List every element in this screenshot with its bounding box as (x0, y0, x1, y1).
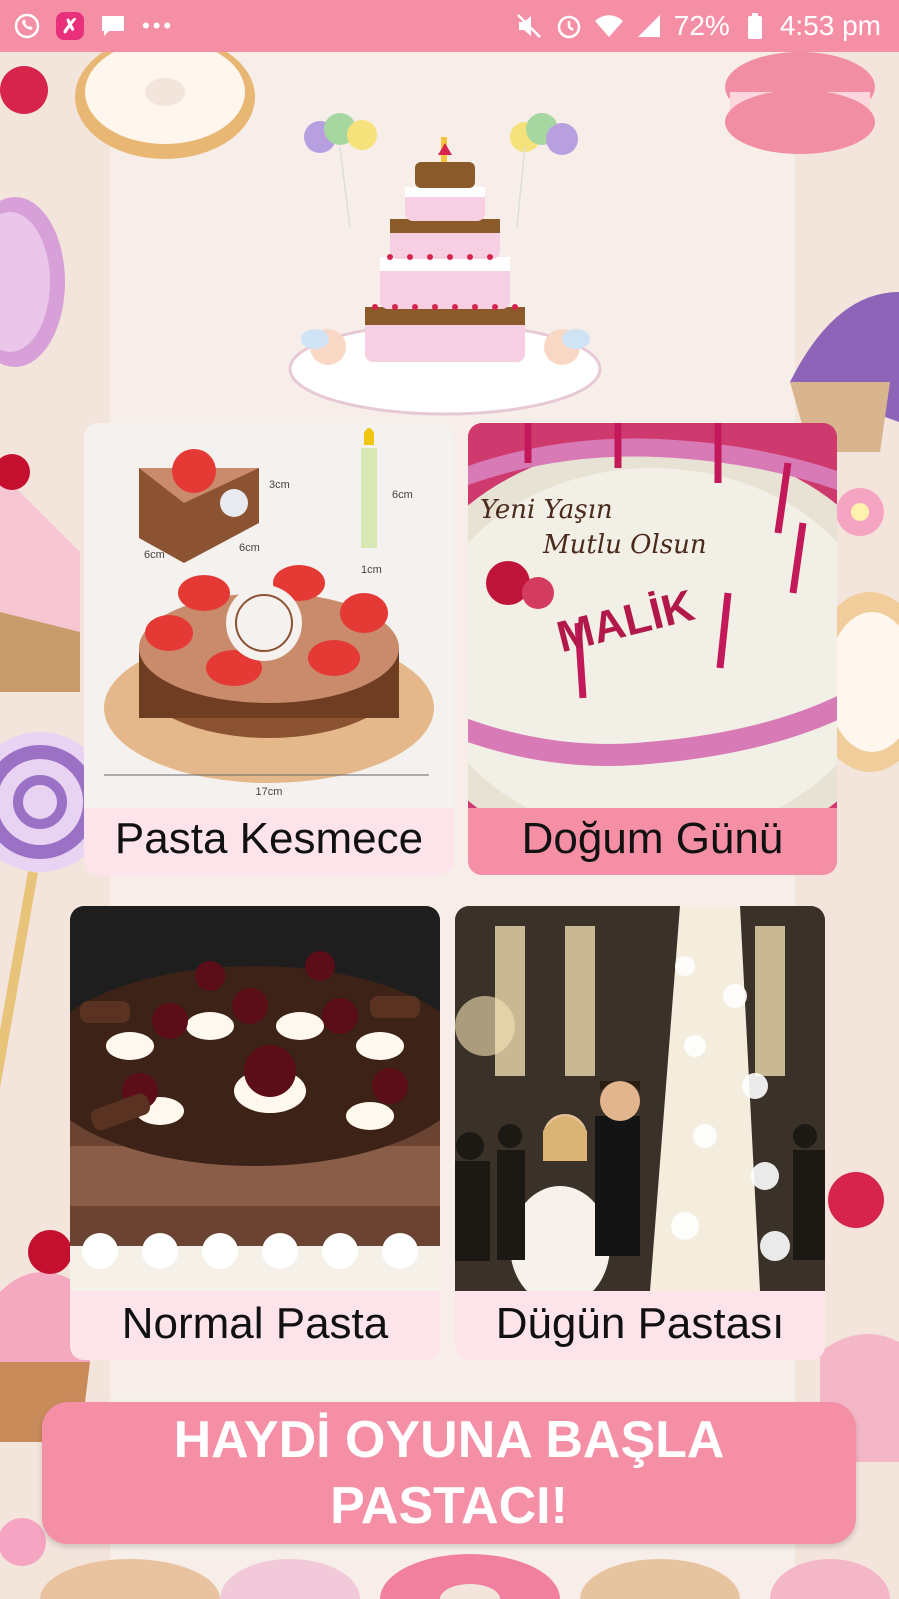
start-button-line1: HAYDİ OYUNA BAŞLA (173, 1411, 725, 1469)
dim-6cm-c: 6cm (392, 489, 413, 501)
clock: 4:53 pm (779, 10, 881, 41)
chocolate-cake-image-icon (70, 906, 440, 1291)
cake-writing-line1: Yeni Yaşın (480, 495, 613, 525)
status-bar: ✗ ••• 72% 4:53 pm (0, 0, 899, 52)
birthday-cake-photo: Yeni Yaşın Mutlu Olsun MALİK (468, 423, 837, 808)
more-dots-icon: ••• (142, 13, 175, 38)
start-button-line2: PASTACI! (330, 1477, 568, 1535)
whatsapp-icon (12, 11, 42, 41)
birthday-cake-illustration-icon (288, 113, 602, 416)
category-card-pasta-kesmece[interactable]: 17cm 3cm 6cm 6cm 6cm 1cm Pasta Kesmece (84, 423, 454, 875)
category-card-dogum-gunu[interactable]: Yeni Yaşın Mutlu Olsun MALİK Doğum Günü (468, 423, 837, 875)
app-badge-icon: ✗ (56, 12, 84, 40)
dim-3cm: 3cm (269, 479, 290, 491)
birthday-cake-image-icon: Yeni Yaşın Mutlu Olsun MALİK (468, 423, 837, 808)
toy-cake-photo: 17cm 3cm 6cm 6cm 6cm 1cm (84, 423, 454, 808)
wedding-cake-photo (455, 906, 825, 1291)
dim-6cm-a: 6cm (144, 549, 165, 561)
dim-6cm-b: 6cm (239, 542, 260, 554)
category-label: Pasta Kesmece (84, 808, 454, 875)
category-label: Dügün Pastası (455, 1291, 825, 1360)
chocolate-cake-photo (70, 906, 440, 1291)
message-icon (98, 11, 128, 41)
start-game-button[interactable]: HAYDİ OYUNA BAŞLA PASTACI! (42, 1402, 856, 1544)
cake-writing-line2: Mutlu Olsun (542, 530, 707, 560)
category-card-dugun-pastasi[interactable]: Dügün Pastası (455, 906, 825, 1360)
dim-1cm: 1cm (361, 564, 382, 576)
battery-level: 72% (673, 10, 730, 41)
alarm-icon (554, 11, 584, 41)
category-card-normal-pasta[interactable]: Normal Pasta (70, 906, 440, 1360)
wedding-cake-image-icon (455, 906, 825, 1291)
category-label: Normal Pasta (70, 1291, 440, 1360)
dim-17cm: 17cm (256, 786, 283, 798)
category-label: Doğum Günü (468, 808, 837, 875)
wifi-icon (594, 11, 624, 41)
mute-icon (514, 11, 544, 41)
signal-icon (634, 11, 664, 41)
toy-cake-slice-image-icon: 17cm 3cm 6cm 6cm 6cm 1cm (104, 428, 434, 798)
battery-icon (740, 11, 770, 41)
